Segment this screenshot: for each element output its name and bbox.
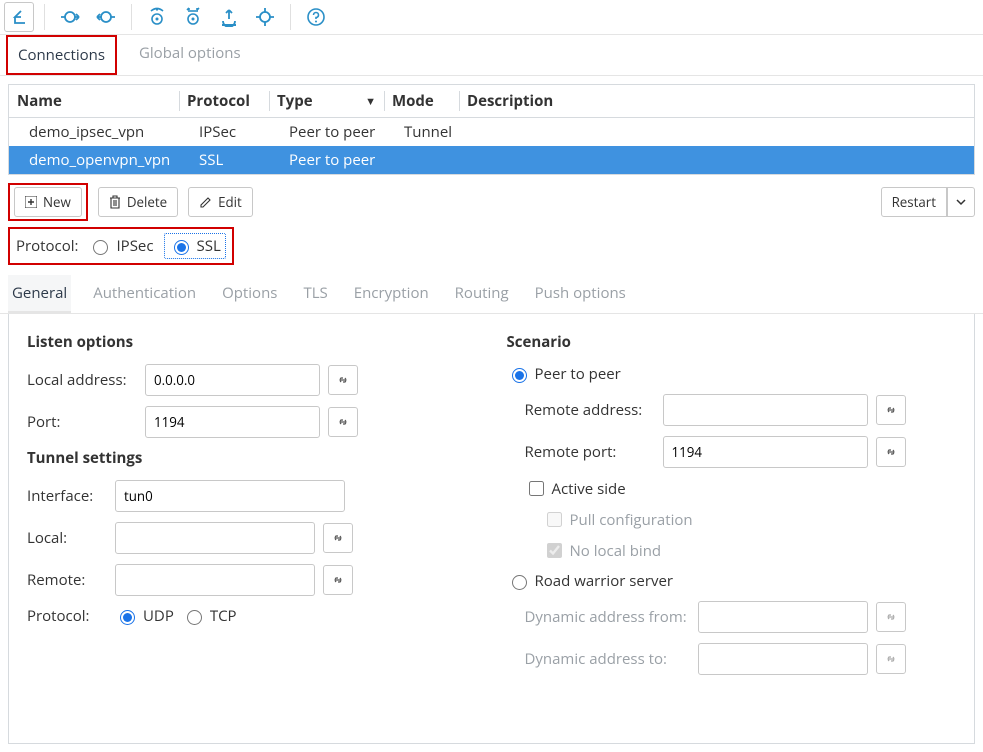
remote-port-input[interactable] bbox=[663, 436, 868, 468]
chevron-down-icon bbox=[956, 197, 966, 207]
remote-label: Remote: bbox=[27, 570, 107, 590]
general-form: Listen options Local address: Port: Tunn… bbox=[8, 314, 975, 744]
link-icon[interactable] bbox=[323, 565, 353, 595]
tab-tls[interactable]: TLS bbox=[299, 275, 331, 313]
help-icon[interactable] bbox=[301, 2, 331, 32]
tunnel-settings-title: Tunnel settings bbox=[27, 448, 477, 468]
pull-config-checkbox: Pull configuration bbox=[543, 509, 693, 530]
restart-dropdown[interactable] bbox=[947, 187, 975, 217]
local-label: Local: bbox=[27, 528, 107, 548]
disconnect-icon[interactable] bbox=[91, 2, 121, 32]
table-row[interactable]: demo_ipsec_vpn IPSec Peer to peer Tunnel bbox=[9, 118, 974, 146]
col-name[interactable]: Name bbox=[9, 85, 179, 117]
connect-icon[interactable] bbox=[55, 2, 85, 32]
link-icon[interactable] bbox=[328, 365, 358, 395]
tunnel-local-input[interactable] bbox=[115, 522, 315, 554]
back-icon-button[interactable] bbox=[4, 2, 34, 32]
target-icon[interactable] bbox=[250, 2, 280, 32]
port-label: Port: bbox=[27, 412, 137, 432]
table-row[interactable]: demo_openvpn_vpn SSL Peer to peer bbox=[9, 146, 974, 174]
top-toolbar bbox=[0, 0, 983, 35]
col-type[interactable]: Type▼ bbox=[269, 85, 384, 117]
tcp-radio[interactable]: TCP bbox=[182, 606, 237, 626]
protocol-selector-row: Protocol: IPSec SSL bbox=[0, 221, 983, 271]
tab-routing[interactable]: Routing bbox=[451, 275, 513, 313]
col-description[interactable]: Description bbox=[459, 85, 974, 117]
tunnel-protocol-label: Protocol: bbox=[27, 606, 107, 626]
restart-button[interactable]: Restart bbox=[881, 187, 947, 217]
tab-connections[interactable]: Connections bbox=[14, 37, 109, 73]
protocol-label: Protocol: bbox=[16, 236, 78, 256]
pencil-icon bbox=[199, 196, 212, 209]
link-icon[interactable] bbox=[876, 437, 906, 467]
remote-address-label: Remote address: bbox=[525, 400, 655, 420]
interface-label: Interface: bbox=[27, 486, 107, 506]
delete-button[interactable]: Delete bbox=[98, 187, 178, 217]
interface-input[interactable] bbox=[115, 480, 345, 512]
col-mode[interactable]: Mode bbox=[384, 85, 459, 117]
link-icon bbox=[876, 602, 906, 632]
detail-tabs: General Authentication Options TLS Encry… bbox=[0, 275, 983, 314]
connections-table: Name Protocol Type▼ Mode Description dem… bbox=[8, 84, 975, 175]
protocol-ipsec-radio[interactable]: IPSec bbox=[88, 236, 153, 256]
link-icon bbox=[876, 644, 906, 674]
tab-global-options[interactable]: Global options bbox=[135, 35, 245, 75]
tab-authentication[interactable]: Authentication bbox=[89, 275, 200, 313]
dyn-from-label: Dynamic address from: bbox=[525, 607, 690, 627]
port-input[interactable] bbox=[145, 406, 320, 438]
remote-port-label: Remote port: bbox=[525, 442, 655, 462]
tab-push-options[interactable]: Push options bbox=[531, 275, 630, 313]
local-address-label: Local address: bbox=[27, 370, 137, 390]
active-side-checkbox[interactable]: Active side bbox=[525, 478, 626, 499]
trash-icon bbox=[109, 195, 121, 209]
edit-button[interactable]: Edit bbox=[188, 187, 253, 217]
dyn-from-input bbox=[698, 601, 868, 633]
action-bar: New Delete Edit Restart bbox=[0, 183, 983, 221]
link-icon[interactable] bbox=[876, 395, 906, 425]
new-button[interactable]: New bbox=[14, 187, 82, 217]
tab-options[interactable]: Options bbox=[218, 275, 281, 313]
listen-options-title: Listen options bbox=[27, 332, 477, 352]
tab-general[interactable]: General bbox=[8, 275, 71, 313]
sort-desc-icon: ▼ bbox=[365, 94, 376, 109]
dyn-to-label: Dynamic address to: bbox=[525, 649, 690, 669]
plus-icon bbox=[25, 196, 37, 208]
udp-radio[interactable]: UDP bbox=[115, 606, 174, 626]
gear-sync-icon[interactable] bbox=[178, 2, 208, 32]
no-local-bind-checkbox: No local bind bbox=[543, 540, 662, 561]
gear-view-icon[interactable] bbox=[142, 2, 172, 32]
link-icon[interactable] bbox=[328, 407, 358, 437]
top-tabs: Connections Global options bbox=[0, 35, 983, 76]
tab-encryption[interactable]: Encryption bbox=[350, 275, 433, 313]
upload-icon[interactable] bbox=[214, 2, 244, 32]
protocol-ssl-radio[interactable]: SSL bbox=[164, 233, 226, 259]
dyn-to-input bbox=[698, 643, 868, 675]
peer-to-peer-radio[interactable]: Peer to peer bbox=[507, 364, 621, 384]
tunnel-remote-input[interactable] bbox=[115, 564, 315, 596]
scenario-title: Scenario bbox=[507, 332, 957, 352]
road-warrior-radio[interactable]: Road warrior server bbox=[507, 571, 674, 591]
col-protocol[interactable]: Protocol bbox=[179, 85, 269, 117]
remote-address-input[interactable] bbox=[663, 394, 868, 426]
local-address-input[interactable] bbox=[145, 364, 320, 396]
link-icon[interactable] bbox=[323, 523, 353, 553]
